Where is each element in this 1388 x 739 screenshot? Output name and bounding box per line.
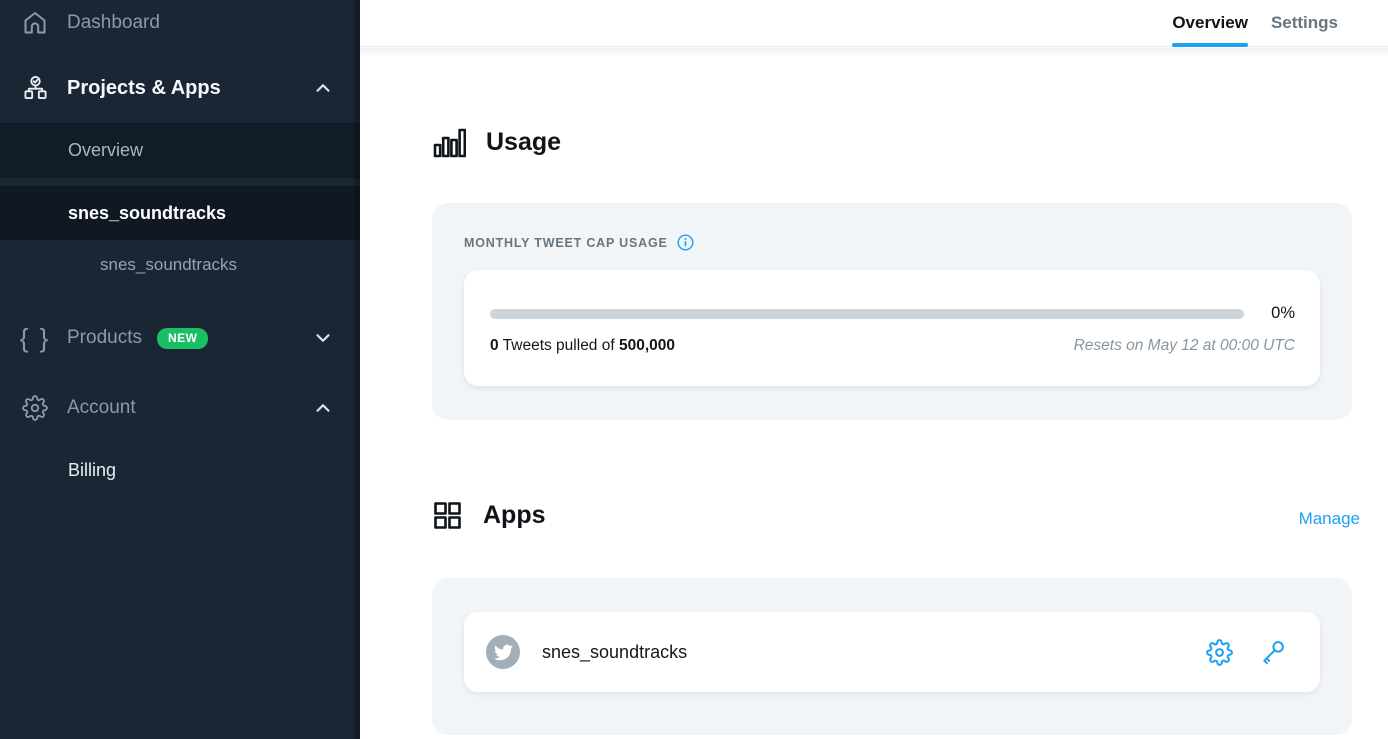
tweets-pulled-text: Tweets pulled of: [499, 337, 619, 354]
usage-section-title: Usage: [486, 128, 561, 157]
sidebar-item-overview[interactable]: Overview: [0, 123, 360, 178]
main-content: Overview Settings Usage MONTHLY TWEET CA…: [360, 0, 1388, 739]
chevron-up-icon: [312, 77, 334, 99]
apps-section-heading: Apps: [432, 500, 546, 531]
sidebar-item-label: Products: [67, 327, 142, 349]
usage-percent: 0%: [1271, 304, 1295, 323]
chevron-up-icon: [312, 397, 334, 419]
sidebar-item-account[interactable]: Account: [0, 381, 360, 435]
braces-icon: { }: [19, 323, 51, 354]
usage-card-label: MONTHLY TWEET CAP USAGE: [464, 236, 668, 250]
projects-tree-icon: [19, 75, 51, 102]
twitter-bird-avatar: [486, 635, 520, 669]
sidebar-item-dashboard[interactable]: Dashboard: [0, 0, 360, 46]
tab-label: Settings: [1271, 13, 1338, 33]
sidebar-item-app-snes-soundtracks[interactable]: snes_soundtracks: [0, 240, 360, 290]
sidebar-item-label: snes_soundtracks: [68, 203, 226, 224]
info-icon[interactable]: [677, 234, 694, 251]
app-keys-key-icon[interactable]: [1259, 639, 1286, 666]
tab-bar-shadow: [360, 48, 1388, 57]
usage-reset-date: Resets on May 12 at 00:00 UTC: [1074, 337, 1295, 355]
sidebar-item-label: Account: [67, 397, 136, 419]
tab-settings[interactable]: Settings: [1271, 0, 1338, 46]
chevron-down-icon: [312, 327, 334, 349]
app-name: snes_soundtracks: [542, 642, 687, 663]
usage-card: MONTHLY TWEET CAP USAGE 0% 0 Tweets pull…: [432, 203, 1352, 420]
app-row[interactable]: snes_soundtracks: [464, 612, 1320, 692]
gear-icon: [19, 395, 51, 421]
tweet-cap-value: 500,000: [619, 337, 675, 354]
sidebar: Dashboard Projects & Apps Overview snes_…: [0, 0, 360, 739]
sidebar-item-project-snes-soundtracks[interactable]: snes_soundtracks: [0, 186, 360, 240]
page-tab-bar: Overview Settings: [360, 0, 1388, 47]
sidebar-item-label: Overview: [68, 140, 143, 161]
tab-overview[interactable]: Overview: [1172, 0, 1248, 46]
manage-apps-link[interactable]: Manage: [1299, 509, 1360, 529]
tweets-pulled-line: 0 Tweets pulled of 500,000: [490, 337, 675, 355]
active-tab-underline: [1172, 43, 1248, 47]
sidebar-item-billing[interactable]: Billing: [0, 444, 360, 496]
sidebar-item-label: Projects & Apps: [67, 77, 221, 100]
home-icon: [19, 9, 51, 37]
sidebar-item-products[interactable]: { } Products NEW: [0, 311, 360, 365]
app-settings-gear-icon[interactable]: [1206, 639, 1233, 666]
tweets-pulled-count: 0: [490, 337, 499, 354]
sidebar-item-label: Dashboard: [67, 12, 160, 34]
bar-chart-icon: [432, 125, 466, 159]
usage-progress-track: [490, 309, 1244, 319]
tab-label: Overview: [1172, 13, 1248, 33]
sidebar-item-projects-apps[interactable]: Projects & Apps: [0, 62, 360, 114]
sidebar-item-label: Billing: [68, 460, 116, 481]
sidebar-item-label: snes_soundtracks: [100, 255, 237, 275]
apps-grid-icon: [432, 500, 463, 531]
apps-section-title: Apps: [483, 501, 546, 530]
apps-card: snes_soundtracks: [432, 578, 1352, 735]
usage-section-heading: Usage: [432, 125, 561, 159]
tweet-cap-usage-panel: 0% 0 Tweets pulled of 500,000 Resets on …: [464, 270, 1320, 386]
new-badge: NEW: [157, 328, 209, 349]
